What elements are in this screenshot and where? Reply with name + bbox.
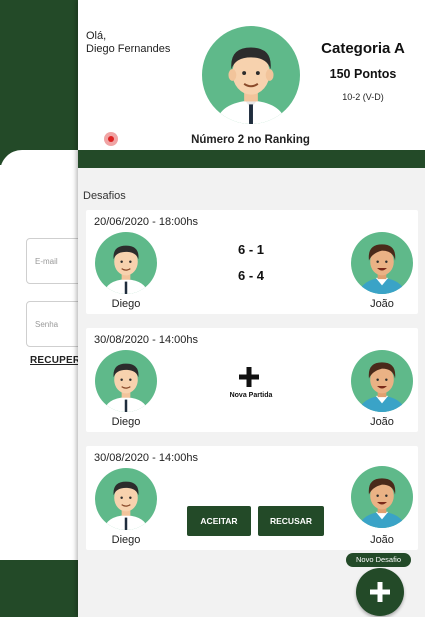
player-name-right: João (370, 298, 394, 310)
player-name-left: Diego (111, 416, 141, 428)
new-match-label[interactable]: Nova Partida (211, 392, 291, 399)
section-title: Desafios (83, 190, 126, 202)
player-avatar-right (351, 466, 413, 528)
plus-icon[interactable] (238, 366, 260, 388)
player-avatar-left (95, 468, 157, 530)
player-avatar-right (351, 232, 413, 294)
player-name-left: Diego (111, 298, 141, 310)
player-name-right: João (370, 534, 394, 546)
challenges-panel: Olá, Diego Fernandes Número 2 no Ranking… (78, 0, 425, 617)
login-background: E-mail Senha RECUPER (0, 0, 120, 617)
challenge-date: 20/06/2020 - 18:00hs (94, 216, 198, 228)
profile-header: Olá, Diego Fernandes Número 2 no Ranking… (78, 0, 425, 150)
player-avatar-left (95, 350, 157, 412)
win-loss-record: 10-2 (V-D) (342, 92, 384, 102)
record-indicator-icon (104, 132, 118, 146)
player-avatar-left (95, 232, 157, 294)
set-score: 6 - 4 (237, 268, 264, 283)
set-score: 6 - 1 (237, 242, 264, 257)
category-label: Categoria A (321, 40, 405, 57)
recover-password-link[interactable]: RECUPER (30, 355, 80, 366)
new-challenge-label[interactable]: Novo Desafio (346, 553, 411, 567)
user-name: Diego Fernandes (86, 43, 171, 55)
player-name-left: Diego (111, 534, 141, 546)
password-field[interactable]: Senha (26, 301, 86, 347)
player-name-right: João (370, 416, 394, 428)
user-avatar (202, 26, 300, 124)
points-label: 150 Pontos (329, 67, 397, 81)
email-field[interactable]: E-mail (26, 238, 86, 284)
challenge-card[interactable]: 30/08/2020 - 14:00hs Diego ACEITAR RECUS… (86, 446, 418, 550)
plus-icon (370, 582, 390, 602)
greeting-text: Olá, (86, 30, 107, 42)
ranking-position: Número 2 no Ranking (191, 134, 310, 146)
login-header-bg (0, 0, 80, 165)
challenge-date: 30/08/2020 - 14:00hs (94, 452, 198, 464)
challenge-date: 30/08/2020 - 14:00hs (94, 334, 198, 346)
new-challenge-button[interactable] (356, 568, 404, 616)
login-footer-bg (0, 560, 80, 617)
header-divider (78, 150, 425, 168)
player-avatar-right (351, 350, 413, 412)
challenge-card[interactable]: 30/08/2020 - 14:00hs Diego Nova Partida (86, 328, 418, 432)
reject-button[interactable]: RECUSAR (258, 506, 324, 536)
challenge-card[interactable]: 20/06/2020 - 18:00hs Diego 6 - 1 6 - 4 J… (86, 210, 418, 314)
accept-button[interactable]: ACEITAR (187, 506, 251, 536)
greeting: Olá, Diego Fernandes (86, 30, 170, 56)
